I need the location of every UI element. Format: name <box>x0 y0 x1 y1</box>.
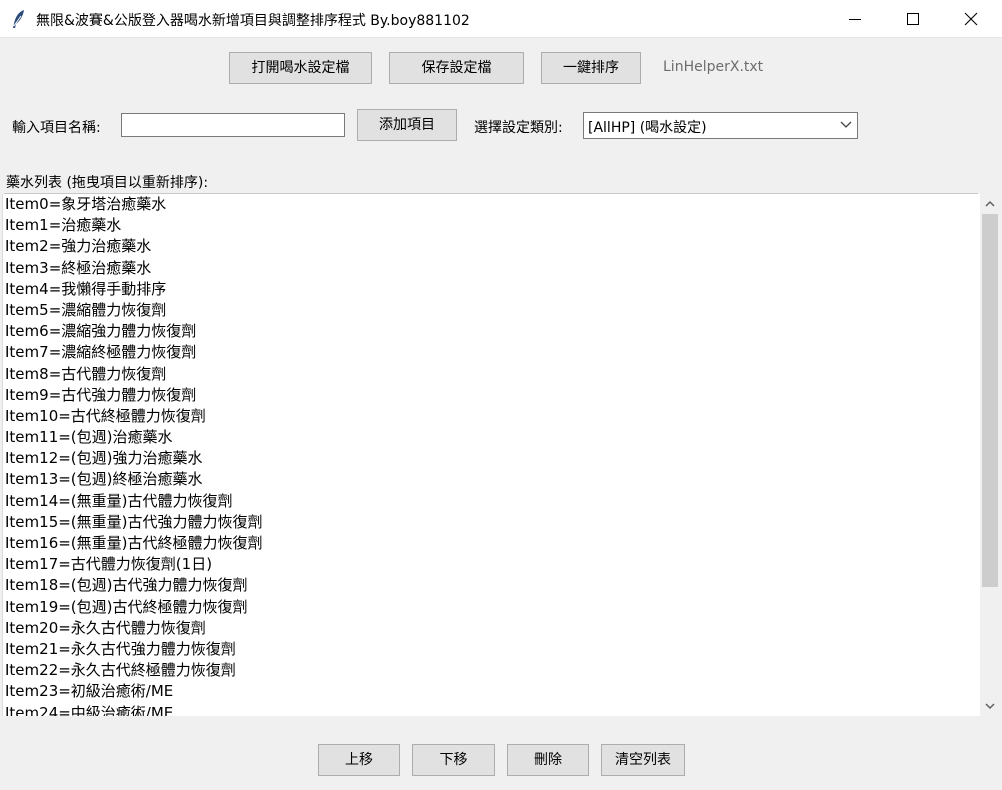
list-item[interactable]: Item1=治癒藥水 <box>3 215 980 236</box>
list-item[interactable]: Item3=終極治癒藥水 <box>3 258 980 279</box>
category-selected-value: [AllHP] (喝水設定) <box>588 120 707 136</box>
list-item[interactable]: Item15=(無重量)古代強力體力恢復劑 <box>3 512 980 533</box>
maximize-button[interactable] <box>884 0 942 38</box>
delete-button[interactable]: 刪除 <box>507 744 589 776</box>
scroll-up-button[interactable] <box>980 194 1000 214</box>
list-item[interactable]: Item22=永久古代終極體力恢復劑 <box>3 660 980 681</box>
item-name-label: 輸入項目名稱: <box>12 120 101 136</box>
list-item[interactable]: Item4=我懶得手動排序 <box>3 279 980 300</box>
list-item[interactable]: Item7=濃縮終極體力恢復劑 <box>3 342 980 363</box>
chevron-down-icon <box>840 121 852 128</box>
list-item[interactable]: Item18=(包週)古代強力體力恢復劑 <box>3 575 980 596</box>
list-label: 藥水列表 (拖曳項目以重新排序): <box>6 175 209 191</box>
category-select[interactable]: [AllHP] (喝水設定) <box>583 112 858 139</box>
move-up-button[interactable]: 上移 <box>318 744 400 776</box>
maximize-icon <box>907 13 919 25</box>
scroll-down-arrow-icon <box>985 703 995 710</box>
list-item[interactable]: Item21=永久古代強力體力恢復劑 <box>3 639 980 660</box>
list-item[interactable]: Item19=(包週)古代終極體力恢復劑 <box>3 597 980 618</box>
list-item[interactable]: Item6=濃縮強力體力恢復劑 <box>3 321 980 342</box>
one-click-sort-button[interactable]: 一鍵排序 <box>541 52 641 84</box>
title-bar: 無限&波賽&公版登入器喝水新增項目與調整排序程式 By.boy881102 <box>0 0 1002 38</box>
close-icon <box>964 12 978 26</box>
list-item[interactable]: Item2=強力治癒藥水 <box>3 236 980 257</box>
list-item[interactable]: Item20=永久古代體力恢復劑 <box>3 618 980 639</box>
move-down-button[interactable]: 下移 <box>412 744 495 776</box>
open-settings-button[interactable]: 打開喝水設定檔 <box>229 52 372 84</box>
minimize-button[interactable] <box>826 0 884 38</box>
add-item-button[interactable]: 添加項目 <box>357 109 457 141</box>
clear-list-button[interactable]: 清空列表 <box>601 744 685 776</box>
window-title: 無限&波賽&公版登入器喝水新增項目與調整排序程式 By.boy881102 <box>36 13 470 29</box>
list-item[interactable]: Item24=中級治癒術/ME <box>3 703 980 717</box>
save-settings-button[interactable]: 保存設定檔 <box>389 52 524 84</box>
list-item[interactable]: Item17=古代體力恢復劑(1日) <box>3 554 980 575</box>
list-item[interactable]: Item12=(包週)強力治癒藥水 <box>3 448 980 469</box>
filename-label: LinHelperX.txt <box>663 59 764 75</box>
scroll-up-arrow-icon <box>985 200 995 207</box>
list-item[interactable]: Item0=象牙塔治癒藥水 <box>3 194 980 215</box>
list-scrollbar[interactable] <box>980 194 1000 716</box>
feather-icon <box>10 9 28 29</box>
list-item[interactable]: Item5=濃縮體力恢復劑 <box>3 300 980 321</box>
list-item[interactable]: Item23=初級治癒術/ME <box>3 681 980 702</box>
list-item[interactable]: Item13=(包週)終極治癒藥水 <box>3 469 980 490</box>
minimize-icon <box>849 19 861 20</box>
item-name-input[interactable] <box>121 113 345 137</box>
list-item[interactable]: Item9=古代強力體力恢復劑 <box>3 385 980 406</box>
list-item[interactable]: Item16=(無重量)古代終極體力恢復劑 <box>3 533 980 554</box>
scroll-thumb[interactable] <box>982 214 998 587</box>
potion-listbox[interactable]: Item0=象牙塔治癒藥水 Item1=治癒藥水 Item2=強力治癒藥水 Item3… <box>2 194 980 716</box>
category-label: 選擇設定類別: <box>474 120 563 136</box>
list-item[interactable]: Item14=(無重量)古代體力恢復劑 <box>3 491 980 512</box>
list-item[interactable]: Item10=古代終極體力恢復劑 <box>3 406 980 427</box>
close-button[interactable] <box>942 0 1000 38</box>
list-item[interactable]: Item8=古代體力恢復劑 <box>3 364 980 385</box>
list-item[interactable]: Item11=(包週)治癒藥水 <box>3 427 980 448</box>
scroll-down-button[interactable] <box>980 696 1000 716</box>
